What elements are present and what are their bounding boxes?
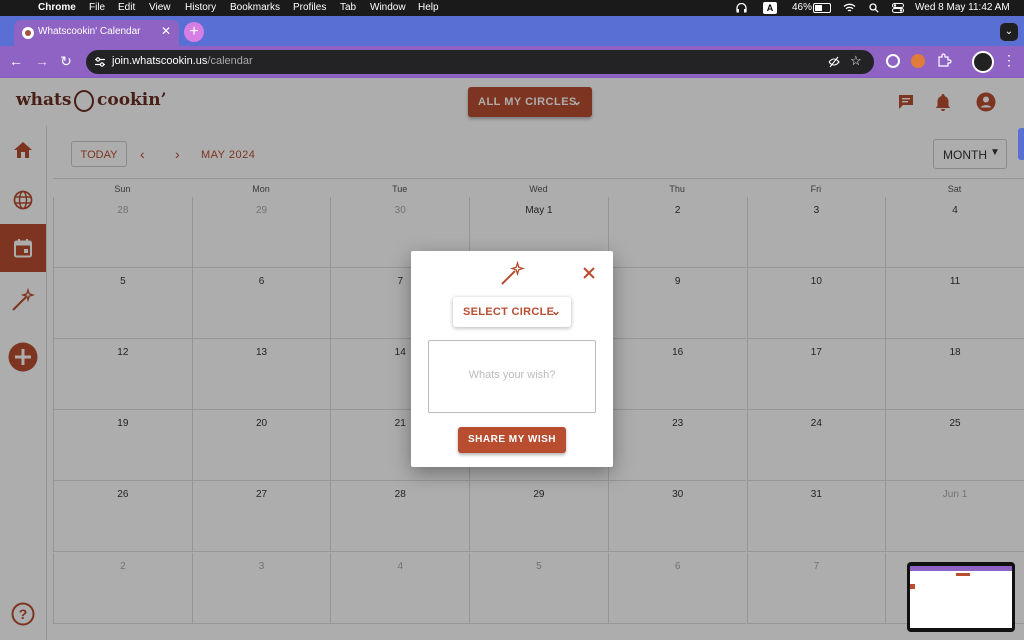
profile-avatar[interactable] bbox=[972, 51, 994, 73]
wifi-icon[interactable] bbox=[843, 3, 856, 13]
menu-history[interactable]: History bbox=[185, 2, 216, 14]
tab-title: Whatscookin' Calendar bbox=[38, 26, 141, 37]
scrollbar-indicator[interactable] bbox=[1018, 128, 1024, 160]
site-settings-icon[interactable] bbox=[94, 56, 106, 68]
wish-input[interactable] bbox=[428, 340, 596, 413]
browser-tab-active[interactable]: Whatscookin' Calendar ✕ bbox=[14, 20, 179, 46]
reload-icon[interactable]: ↻ bbox=[58, 53, 74, 69]
chrome-menu-icon[interactable]: ⋮ bbox=[1002, 52, 1016, 69]
menu-profiles[interactable]: Profiles bbox=[293, 2, 326, 14]
tab-search-chevron-icon[interactable]: ⌄ bbox=[1000, 23, 1018, 41]
extension-cookie-icon[interactable] bbox=[911, 54, 925, 68]
wish-dialog: SELECT CIRCLE ⌄ SHARE MY WISH bbox=[411, 251, 613, 467]
input-source-indicator[interactable]: A bbox=[763, 2, 777, 14]
bookmark-star-icon[interactable]: ☆ bbox=[850, 53, 862, 69]
extension-grammarly-icon[interactable] bbox=[886, 54, 900, 68]
chevron-down-icon: ⌄ bbox=[551, 304, 562, 318]
share-my-wish-button[interactable]: SHARE MY WISH bbox=[458, 427, 566, 453]
battery-percentage: 46% bbox=[792, 2, 813, 13]
menu-window[interactable]: Window bbox=[370, 2, 406, 14]
menu-clock[interactable]: Wed 8 May 11:42 AM bbox=[915, 2, 1010, 14]
menu-file[interactable]: File bbox=[89, 2, 105, 14]
headphones-icon[interactable] bbox=[736, 3, 747, 13]
menu-app-name[interactable]: Chrome bbox=[38, 2, 76, 14]
url-text: join.whatscookin.us/calendar bbox=[112, 55, 253, 67]
menu-tab[interactable]: Tab bbox=[340, 2, 356, 14]
select-circle-label: SELECT CIRCLE bbox=[463, 306, 555, 318]
menu-bookmarks[interactable]: Bookmarks bbox=[230, 2, 280, 14]
browser-toolbar: ← → ↻ join.whatscookin.us/calendar ☆ ⋮ bbox=[0, 46, 1024, 78]
menu-help[interactable]: Help bbox=[418, 2, 439, 14]
back-arrow-icon[interactable]: ← bbox=[8, 53, 24, 69]
menu-edit[interactable]: Edit bbox=[118, 2, 135, 14]
tab-favicon-icon bbox=[22, 27, 34, 39]
preview-screen-image bbox=[910, 566, 1012, 628]
control-center-icon[interactable] bbox=[892, 3, 904, 13]
spotlight-search-icon[interactable] bbox=[869, 3, 879, 13]
eye-slash-icon[interactable] bbox=[828, 56, 840, 68]
forward-arrow-icon[interactable]: → bbox=[34, 53, 50, 69]
close-icon[interactable] bbox=[581, 265, 597, 281]
new-tab-button[interactable]: + bbox=[184, 22, 204, 42]
magic-wand-icon bbox=[501, 261, 525, 285]
macos-menu-bar: Chrome File Edit View History Bookmarks … bbox=[0, 0, 1024, 16]
tab-close-icon[interactable]: ✕ bbox=[161, 24, 171, 38]
menu-view[interactable]: View bbox=[149, 2, 171, 14]
extensions-puzzle-icon[interactable] bbox=[937, 53, 952, 68]
battery-icon[interactable] bbox=[813, 3, 831, 13]
address-bar[interactable]: join.whatscookin.us/calendar ☆ bbox=[86, 50, 874, 74]
select-circle-dropdown[interactable]: SELECT CIRCLE ⌄ bbox=[453, 297, 571, 327]
screenshot-preview-thumbnail[interactable] bbox=[907, 562, 1015, 632]
